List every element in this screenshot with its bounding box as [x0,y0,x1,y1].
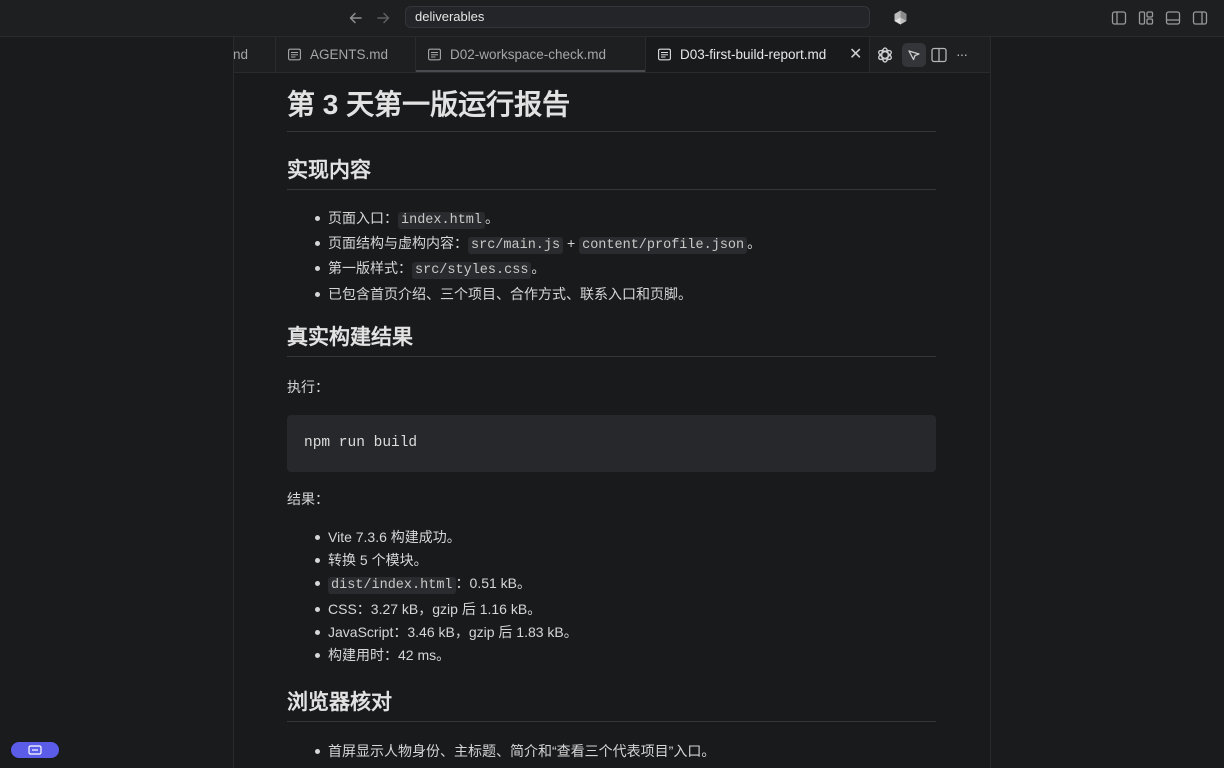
tab-readme-truncated[interactable]: nd [234,37,276,72]
openai-icon[interactable] [876,46,894,64]
list-item: 已包含首页介绍、三个项目、合作方式、联系入口和页脚。 [314,283,761,306]
editor-tab-bar: nd AGENTS.md D02-workspace-check.md D03-… [234,37,990,73]
result-label: 结果： [287,491,329,507]
panel-bottom-icon[interactable] [1165,10,1181,26]
address-bar[interactable]: deliverables [405,6,870,28]
page-title: 第 3 天第一版运行报告 [287,87,936,132]
tab-label: nd [234,47,249,62]
left-sidebar [0,37,234,768]
layout-grid-icon[interactable] [1138,10,1154,26]
tab-label: AGENTS.md [310,47,389,62]
tab-agents-md[interactable]: AGENTS.md [276,37,416,72]
markdown-preview: 第 3 天第一版运行报告 实现内容 页面入口： index.html。 页面结构与… [234,73,990,768]
list-item: 页面入口： index.html。 [314,207,761,232]
list-item: 第一版样式： src/styles.css。 [314,257,761,282]
list-item: 构建用时：42 ms。 [315,644,578,667]
sidebar-left-icon[interactable] [1111,10,1127,26]
list-item: 页面结构与虚构内容： src/main.js + content/profile.… [314,232,761,257]
list-item: dist/index.html ：0.51 kB。 [315,572,578,597]
list-item: Vite 7.3.6 构建成功。 [315,526,578,549]
section-heading: 浏览器核对 [287,689,936,722]
arrow-right-icon[interactable] [374,9,392,27]
inline-code: dist/index.html [328,577,456,595]
list-item: 首屏显示人物身份、主标题、简介和“查看三个代表项目”入口。 [314,740,715,763]
build-result-list: Vite 7.3.6 构建成功。 转换 5 个模块。 dist/index.ht… [287,526,578,667]
inline-code: src/styles.css [412,262,532,280]
browser-check-list: 首屏显示人物身份、主标题、简介和“查看三个代表项目”入口。 [287,740,715,763]
close-icon[interactable]: ✕ [849,37,862,72]
pointer-icon[interactable] [902,43,926,67]
list-item: JavaScript：3.46 kB，gzip 后 1.83 kB。 [315,621,578,644]
right-sidebar [990,37,1224,768]
markdown-file-icon [428,48,441,61]
tab-underline [416,70,645,72]
section-heading: 实现内容 [287,157,936,190]
tab-label: D03-first-build-report.md [680,47,827,62]
arrow-left-icon[interactable] [347,9,365,27]
tab-d02-workspace-check[interactable]: D02-workspace-check.md [416,37,646,72]
section-heading: 真实构建结果 [287,324,936,357]
chat-icon [28,745,42,755]
title-bar: deliverables [0,0,1224,37]
markdown-file-icon [288,48,301,61]
inline-code: content/profile.json [579,237,748,255]
app-logo-icon[interactable] [892,9,909,26]
inline-code: index.html [398,212,486,229]
markdown-file-icon [658,48,671,61]
split-editor-icon[interactable] [930,46,948,64]
exec-label: 执行： [287,379,329,395]
chat-toggle-button[interactable] [11,742,59,758]
list-item: CSS：3.27 kB，gzip 后 1.16 kB。 [315,598,578,621]
tab-d03-first-build-report[interactable]: D03-first-build-report.md ✕ [646,37,870,72]
sidebar-right-icon[interactable] [1192,10,1208,26]
inline-code: src/main.js [468,237,564,255]
tab-label: D02-workspace-check.md [450,47,607,62]
code-block: npm run build [287,415,936,472]
more-icon[interactable]: ··· [956,46,974,64]
implementation-list: 页面入口： index.html。 页面结构与虚构内容： src/main.js +… [287,207,761,306]
list-item: 转换 5 个模块。 [315,549,578,572]
